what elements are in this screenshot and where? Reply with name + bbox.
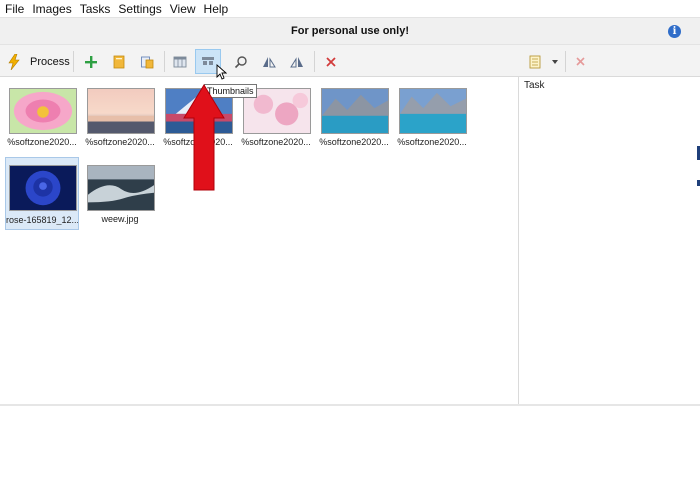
mountain-lake-thumbnail bbox=[399, 88, 467, 134]
thumbnail-item[interactable]: %softzone2020... bbox=[317, 80, 391, 153]
search-icon bbox=[234, 55, 247, 68]
thumbnail-caption: rose-165819_12... bbox=[6, 215, 78, 225]
river-canyon-thumbnail bbox=[87, 165, 155, 211]
thumbnail-caption: %softzone2020... bbox=[85, 137, 155, 147]
thumbnail-item[interactable]: %softzone2020... bbox=[5, 80, 79, 153]
thumbnail-item[interactable]: %softzone2020... bbox=[395, 80, 469, 153]
flip-right-icon bbox=[290, 56, 303, 67]
paste-button[interactable] bbox=[134, 49, 160, 74]
thumbnail-caption: %softzone2020... bbox=[7, 137, 77, 147]
thumbnail-item[interactable]: weew.jpg bbox=[83, 157, 157, 230]
menu-help[interactable]: Help bbox=[204, 2, 229, 16]
flip-left-button[interactable] bbox=[256, 49, 282, 74]
lightning-icon bbox=[8, 53, 20, 70]
task-dropdown-button[interactable] bbox=[548, 49, 562, 74]
license-banner: For personal use only! i bbox=[0, 17, 700, 45]
task-list-button[interactable] bbox=[522, 49, 548, 74]
toolbar-separator bbox=[565, 51, 566, 72]
paste-folder-icon bbox=[141, 56, 154, 68]
menu-settings[interactable]: Settings bbox=[118, 2, 161, 16]
search-button[interactable] bbox=[228, 49, 254, 74]
add-icon bbox=[85, 55, 97, 68]
flip-right-button[interactable] bbox=[284, 49, 310, 74]
close-task-button[interactable] bbox=[567, 49, 593, 74]
thumbnail-item-selected[interactable]: rose-165819_12... bbox=[5, 157, 79, 230]
info-icon[interactable]: i bbox=[668, 25, 681, 38]
menu-file[interactable]: File bbox=[5, 2, 24, 16]
thumbnail-caption: %softzone2020... bbox=[241, 137, 311, 147]
toolbar-separator bbox=[314, 51, 315, 72]
mouse-cursor-icon bbox=[216, 64, 227, 80]
menu-view[interactable]: View bbox=[170, 2, 196, 16]
preview-pane bbox=[0, 404, 700, 501]
thumbnail-caption: weew.jpg bbox=[101, 214, 139, 224]
menu-tasks[interactable]: Tasks bbox=[80, 2, 111, 16]
thumbnails-view-icon bbox=[202, 56, 214, 65]
flip-left-icon bbox=[263, 56, 276, 67]
mountain-lake-thumbnail bbox=[321, 88, 389, 134]
toolbar-separator bbox=[164, 51, 165, 72]
thumbnail-grid: %softzone2020... %softzone2020... %softz… bbox=[0, 77, 518, 404]
menu-images[interactable]: Images bbox=[32, 2, 71, 16]
list-view-icon bbox=[173, 56, 187, 67]
menu-bar: File Images Tasks Settings View Help bbox=[0, 0, 700, 17]
remove-button[interactable] bbox=[318, 49, 344, 74]
thumbnail-caption: %softzone2020... bbox=[319, 137, 389, 147]
task-pane-title: Task bbox=[524, 80, 545, 91]
toolbar-separator bbox=[73, 51, 74, 72]
toolbar: Process bbox=[0, 45, 700, 77]
list-view-button[interactable] bbox=[167, 49, 193, 74]
banner-text: For personal use only! bbox=[291, 25, 409, 37]
close-task-icon bbox=[575, 57, 585, 66]
process-label: Process bbox=[30, 55, 70, 68]
red-arrow-annotation bbox=[183, 84, 225, 191]
folder-icon bbox=[113, 55, 125, 68]
task-pane: Task bbox=[518, 77, 700, 404]
blue-rose-thumbnail bbox=[9, 165, 77, 211]
process-button[interactable]: Process bbox=[8, 49, 70, 74]
sunset-beach-thumbnail bbox=[87, 88, 155, 134]
delete-icon bbox=[326, 56, 336, 67]
flower-pink-thumbnail bbox=[9, 88, 77, 134]
add-folder-button[interactable] bbox=[106, 49, 132, 74]
task-list-icon bbox=[529, 55, 541, 68]
dropdown-icon bbox=[552, 59, 558, 64]
thumbnail-item[interactable]: %softzone2020... bbox=[83, 80, 157, 153]
thumbnail-caption: %softzone2020... bbox=[397, 137, 467, 147]
add-images-button[interactable] bbox=[78, 49, 104, 74]
